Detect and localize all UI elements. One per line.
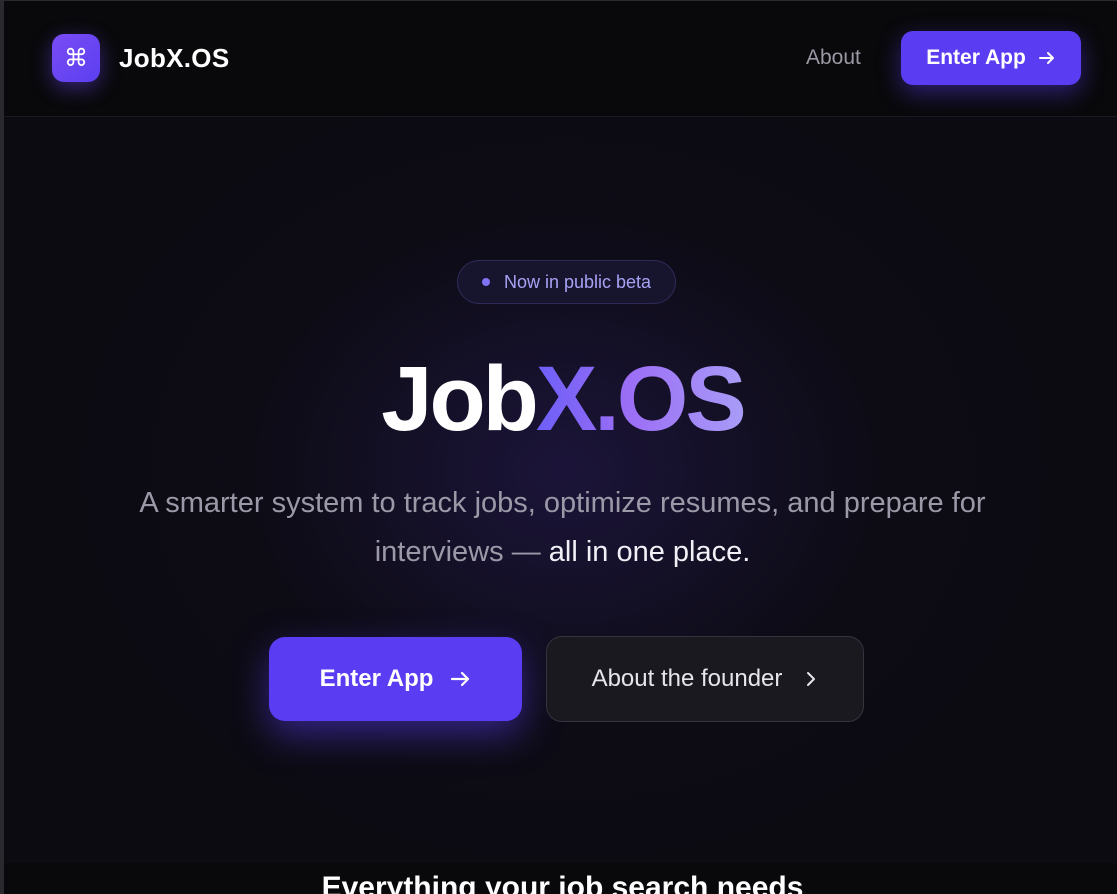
features-heading: Everything your job search needs (321, 871, 804, 894)
hero-subtitle: A smarter system to track jobs, optimize… (94, 479, 1031, 577)
top-nav: ⌘ JobX.OS About Enter App (4, 1, 1117, 117)
arrow-right-icon (1038, 49, 1056, 67)
beta-badge-label: Now in public beta (503, 271, 652, 292)
page: ⌘ JobX.OS About Enter App Now in public … (0, 0, 1117, 894)
hero-title-part1: Job (381, 348, 539, 450)
about-founder-label: About the founder (591, 665, 783, 692)
nav-about-link[interactable]: About (806, 46, 861, 70)
chevron-right-icon (804, 670, 818, 688)
status-dot-icon (481, 278, 490, 286)
hero-subtitle-highlight: all in one place. (548, 536, 751, 568)
about-founder-button[interactable]: About the founder (546, 636, 864, 722)
enter-app-label: Enter App (319, 665, 434, 692)
command-icon[interactable]: ⌘ (52, 34, 100, 82)
hero-title-part2: X.OS (535, 348, 747, 450)
enter-app-button[interactable]: Enter App (269, 637, 522, 721)
nav-enter-app-label: Enter App (926, 46, 1026, 69)
nav-enter-app-button[interactable]: Enter App (901, 31, 1081, 85)
arrow-right-icon (449, 668, 471, 690)
beta-badge: Now in public beta (457, 260, 676, 304)
hero-title: JobX.OS (4, 349, 1117, 449)
brand-name[interactable]: JobX.OS (119, 43, 229, 74)
